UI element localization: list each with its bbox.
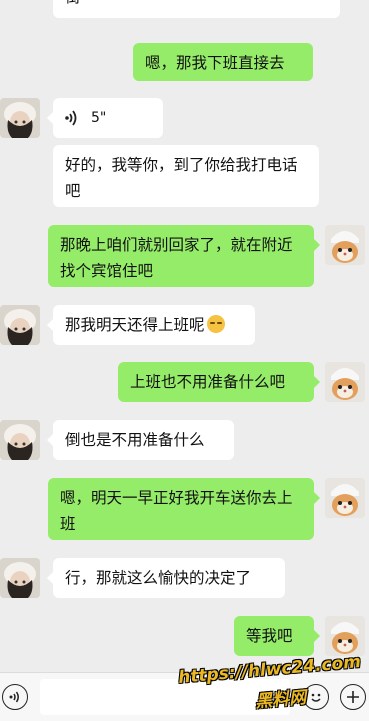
voice-input-button[interactable] <box>2 684 28 710</box>
message-text: 倒也是不用准备什么 <box>65 431 205 449</box>
smiley-icon <box>311 693 321 702</box>
contact-avatar-image <box>0 98 40 138</box>
self-avatar[interactable] <box>325 362 365 402</box>
message-bubble-outgoing[interactable]: 上班也不用准备什么吧 <box>118 362 320 402</box>
contact-avatar-image <box>0 558 40 598</box>
voice-wave-icon <box>65 110 77 126</box>
contact-avatar[interactable] <box>0 558 40 598</box>
self-avatar[interactable] <box>325 478 365 518</box>
contact-avatar[interactable] <box>0 420 40 460</box>
message-bubble-incoming[interactable]: 倒也是不用准备什么 <box>47 420 234 460</box>
contact-avatar[interactable] <box>0 98 40 138</box>
message-text: 那晚上咱们就别回家了，就在附近找个宾馆住吧 <box>60 236 293 280</box>
plus-icon <box>347 691 359 703</box>
message-bubble-outgoing[interactable]: 嗯，那我下班直接去 <box>133 43 313 81</box>
message-bubble-outgoing[interactable]: 嗯，明天一早正好我开车送你去上班 <box>48 478 320 540</box>
message-text: 等我吧 <box>246 627 293 645</box>
message-bubble-outgoing[interactable]: 等我吧 <box>234 616 320 656</box>
relieved-face-emoji-icon <box>206 315 225 333</box>
message-text: 好的，我等你，到了你给我打电话吧 <box>65 156 298 200</box>
message-bubble-incoming[interactable]: 好的，我等你，到了你给我打电话吧 <box>53 145 319 207</box>
voice-message-bubble[interactable]: 5" <box>47 98 163 138</box>
contact-avatar-image <box>0 305 40 345</box>
message-bubble-incoming[interactable]: 街 <box>53 0 340 18</box>
voice-duration: 5" <box>91 110 107 126</box>
cat-avatar-image <box>325 616 365 656</box>
message-text: 嗯，那我下班直接去 <box>145 54 285 72</box>
message-bubble-outgoing[interactable]: 那晚上咱们就别回家了，就在附近找个宾馆住吧 <box>48 225 320 287</box>
cat-avatar-image <box>325 362 365 402</box>
message-bubble-incoming[interactable]: 那我明天还得上班呢 <box>47 305 255 345</box>
watermark-site-name: 黑料网 <box>254 687 307 713</box>
self-avatar[interactable] <box>325 225 365 265</box>
message-bubble-incoming[interactable]: 行，那就这么愉快的决定了 <box>47 558 285 598</box>
message-text: 街 <box>65 0 81 6</box>
voice-wave-icon <box>9 691 19 703</box>
message-text: 那我明天还得上班呢 <box>65 316 205 334</box>
message-text: 行，那就这么愉快的决定了 <box>65 569 252 587</box>
message-text: 嗯，明天一早正好我开车送你去上班 <box>60 489 293 533</box>
cat-avatar-image <box>325 478 365 518</box>
cat-avatar-image <box>325 225 365 265</box>
more-plus-button[interactable] <box>340 684 366 710</box>
contact-avatar-image <box>0 420 40 460</box>
message-text: 上班也不用准备什么吧 <box>130 373 286 391</box>
self-avatar[interactable] <box>325 616 365 656</box>
contact-avatar[interactable] <box>0 305 40 345</box>
message-input[interactable] <box>40 679 290 715</box>
